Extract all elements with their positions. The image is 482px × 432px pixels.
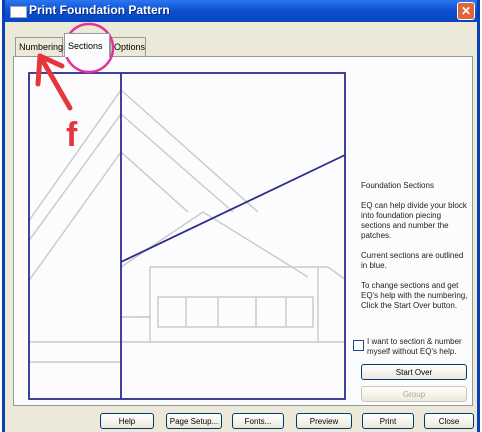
start-over-button[interactable]: Start Over bbox=[361, 364, 467, 380]
close-button[interactable]: Close bbox=[424, 413, 474, 429]
help-button[interactable]: Help bbox=[100, 413, 154, 429]
preview-button[interactable]: Preview bbox=[296, 413, 352, 429]
close-icon[interactable]: ✕ bbox=[457, 2, 475, 20]
info-heading: Foundation Sections bbox=[361, 181, 434, 190]
info-paragraph-2: Current sections are outlined in blue. bbox=[361, 251, 464, 270]
info-text: Foundation Sections EQ can help divide y… bbox=[361, 181, 471, 321]
manual-section-label: I want to section & number myself withou… bbox=[367, 337, 462, 356]
tab-sections[interactable]: Sections bbox=[64, 33, 110, 57]
print-button[interactable]: Print bbox=[362, 413, 414, 429]
foundation-pattern-drawing[interactable] bbox=[28, 72, 346, 400]
group-button[interactable]: Group bbox=[361, 386, 467, 402]
tab-options[interactable]: Options bbox=[110, 37, 146, 56]
title-bar[interactable]: Print Foundation Pattern ✕ bbox=[5, 0, 477, 22]
manual-section-checkbox[interactable] bbox=[353, 340, 364, 351]
page-setup-button[interactable]: Page Setup... bbox=[166, 413, 222, 429]
info-paragraph-3: To change sections and get EQ's help wit… bbox=[361, 281, 468, 310]
app-icon bbox=[10, 6, 27, 18]
window-title: Print Foundation Pattern bbox=[29, 3, 170, 17]
info-paragraph-1: EQ can help divide your block into found… bbox=[361, 201, 467, 240]
tab-numbering[interactable]: Numbering bbox=[15, 37, 63, 56]
fonts-button[interactable]: Fonts... bbox=[232, 413, 284, 429]
